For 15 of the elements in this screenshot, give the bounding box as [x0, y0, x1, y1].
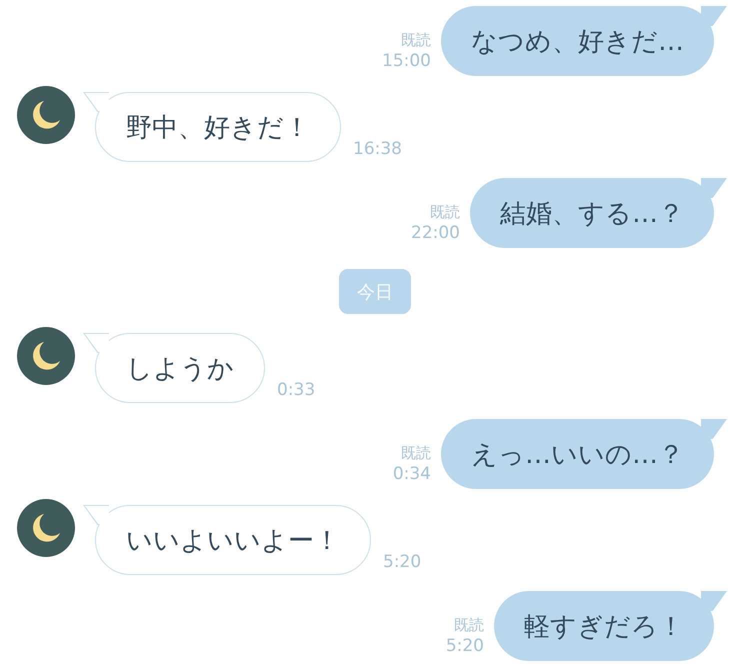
- date-label: 今日: [339, 269, 411, 314]
- moon-avatar-icon[interactable]: [17, 86, 75, 144]
- message-time: 5:20: [446, 635, 484, 657]
- message-time: 0:34: [392, 463, 431, 485]
- message-time: 15:00: [382, 50, 431, 72]
- message-time: 0:33: [277, 379, 316, 401]
- read-receipt: 既読: [401, 30, 431, 50]
- moon-avatar-icon[interactable]: [17, 499, 75, 557]
- read-receipt: 既読: [401, 443, 431, 463]
- read-receipt: 既読: [454, 615, 484, 635]
- message-time: 16:38: [353, 138, 402, 160]
- read-receipt: 既読: [430, 202, 460, 222]
- message-time: 22:00: [411, 222, 460, 244]
- moon-avatar-icon[interactable]: [17, 327, 75, 385]
- message-time: 5:20: [383, 551, 422, 573]
